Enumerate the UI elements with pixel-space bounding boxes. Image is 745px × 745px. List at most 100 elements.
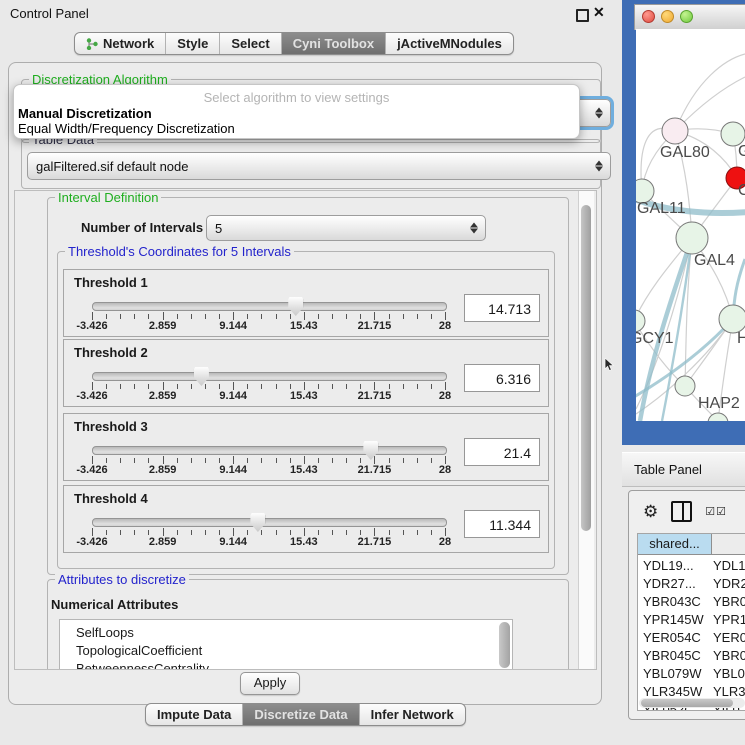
tick-mark (290, 530, 291, 535)
tick-mark (163, 312, 164, 320)
tick-mark (247, 384, 248, 389)
zoom-traffic-light-icon[interactable] (680, 10, 693, 23)
tab-network[interactable]: Network (75, 33, 166, 54)
threshold-value-field[interactable]: 6.316 (464, 364, 540, 392)
tick-mark (403, 384, 404, 389)
column-header-name[interactable]: na (712, 534, 745, 555)
gear-icon[interactable]: ⚙ (643, 503, 658, 520)
cell-shared-name: YDL19... (638, 557, 708, 575)
network-node[interactable] (719, 305, 745, 333)
tick-mark (346, 384, 347, 389)
slider-thumb[interactable] (250, 513, 265, 532)
close-traffic-light-icon[interactable] (642, 10, 655, 23)
tick-mark (374, 528, 375, 536)
network-edge[interactable] (675, 54, 745, 131)
tick-mark (332, 530, 333, 535)
table-row[interactable]: YDL19...YDL1 (638, 557, 745, 575)
network-node[interactable] (675, 376, 695, 396)
tick-mark (431, 530, 432, 535)
table-row[interactable]: YBL079WYBL0 (638, 665, 745, 683)
attribute-list-item[interactable]: TopologicalCoefficient (60, 642, 512, 660)
tab-style[interactable]: Style (166, 33, 220, 54)
tick-mark (247, 530, 248, 535)
vertical-scrollbar[interactable] (578, 191, 594, 669)
float-window-icon[interactable] (576, 9, 589, 22)
table-data-combobox[interactable]: galFiltered.sif default node (27, 152, 611, 180)
network-node[interactable] (636, 310, 645, 332)
node-table[interactable]: shared...naYDL19...YDL1YDR27...YDR2YBR04… (637, 533, 745, 711)
cell-shared-name: YDR27... (638, 575, 708, 593)
tick-mark (431, 314, 432, 319)
network-node[interactable] (662, 118, 688, 144)
tab-impute-data[interactable]: Impute Data (146, 704, 243, 725)
attribute-list-item[interactable]: BetweennessCentrality (60, 660, 512, 670)
table-row[interactable]: YBR043CYBR0 (638, 593, 745, 611)
tick-mark (134, 530, 135, 535)
tick-mark (417, 458, 418, 463)
attribute-list-item[interactable]: SelfLoops (60, 624, 512, 642)
node-label: H (737, 330, 745, 347)
cell-shared-name: YBR045C (638, 647, 708, 665)
table-row[interactable]: YDR27...YDR2 (638, 575, 745, 593)
slider-thumb[interactable] (363, 441, 378, 460)
table-row[interactable]: YPR145WYPR1 (638, 611, 745, 629)
node-label: GAL11 (637, 200, 686, 217)
tick-mark (261, 384, 262, 389)
slider-track[interactable] (92, 302, 447, 311)
algorithm-option-equal-width[interactable]: Equal Width/Frequency Discretization (18, 121, 235, 136)
network-window-titlebar[interactable] (634, 4, 745, 30)
cell-shared-name: YBR043C (638, 593, 708, 611)
tick-mark (417, 314, 418, 319)
slider-track[interactable] (92, 372, 447, 381)
checkboxes-icon[interactable]: ☑☑ (705, 505, 727, 518)
scrollbar-thumb[interactable] (581, 205, 591, 531)
apply-button[interactable]: Apply (240, 672, 300, 695)
tab-jactivemnodules[interactable]: jActiveMNodules (386, 33, 513, 54)
numerical-attributes-list[interactable]: SelfLoopsTopologicalCoefficientBetweenne… (59, 619, 513, 670)
tick-mark (346, 458, 347, 463)
tab-select[interactable]: Select (220, 33, 281, 54)
threshold-label: Threshold 3 (74, 419, 148, 434)
horizontal-scrollbar[interactable] (639, 698, 745, 708)
scrollbar-thumb[interactable] (641, 699, 733, 707)
minimize-traffic-light-icon[interactable] (661, 10, 674, 23)
tick-mark (148, 384, 149, 389)
cell-shared-name: YER054C (638, 629, 708, 647)
mouse-cursor (604, 358, 616, 372)
network-canvas[interactable]: GAL80GAL11GAL4GCY1HAP2GCH (636, 29, 745, 421)
tick-mark (177, 458, 178, 463)
list-scrollbar[interactable] (499, 622, 510, 668)
column-header-shared[interactable]: shared... (638, 534, 712, 555)
close-icon[interactable]: ✕ (593, 4, 605, 21)
tick-mark (92, 382, 93, 390)
tab-discretize-data[interactable]: Discretize Data (243, 704, 359, 725)
tick-label: 21.715 (344, 390, 404, 402)
tab-cyni-toolbox[interactable]: Cyni Toolbox (282, 33, 386, 54)
tab-infer-network[interactable]: Infer Network (360, 704, 465, 725)
network-node[interactable] (676, 222, 708, 254)
tick-mark (261, 314, 262, 319)
slider-track[interactable] (92, 446, 447, 455)
slider-track[interactable] (92, 518, 447, 527)
threshold-value-field[interactable]: 21.4 (464, 438, 540, 466)
tick-mark (403, 314, 404, 319)
tick-mark (219, 384, 220, 389)
columns-icon[interactable] (671, 501, 692, 522)
tick-mark (417, 530, 418, 535)
threshold-value-field[interactable]: 11.344 (464, 510, 540, 538)
table-row[interactable]: YBR045CYBR0 (638, 647, 745, 665)
tick-mark (318, 314, 319, 319)
tick-mark (389, 384, 390, 389)
network-graph: GAL80GAL11GAL4GCY1HAP2GCH (636, 29, 745, 421)
slider-thumb[interactable] (194, 367, 209, 386)
threshold-value-field[interactable]: 14.713 (464, 294, 540, 322)
table-row[interactable]: YER054CYER0 (638, 629, 745, 647)
tick-label: -3.426 (62, 536, 122, 548)
tick-mark (191, 384, 192, 389)
node-label: G (738, 143, 745, 160)
tab-label: Style (177, 36, 208, 51)
algorithm-option-manual[interactable]: Manual Discretization (18, 106, 152, 121)
num-intervals-combobox[interactable]: 5 (206, 215, 486, 241)
node-label: GAL80 (660, 144, 710, 161)
threshold-label: Threshold 1 (74, 275, 148, 290)
